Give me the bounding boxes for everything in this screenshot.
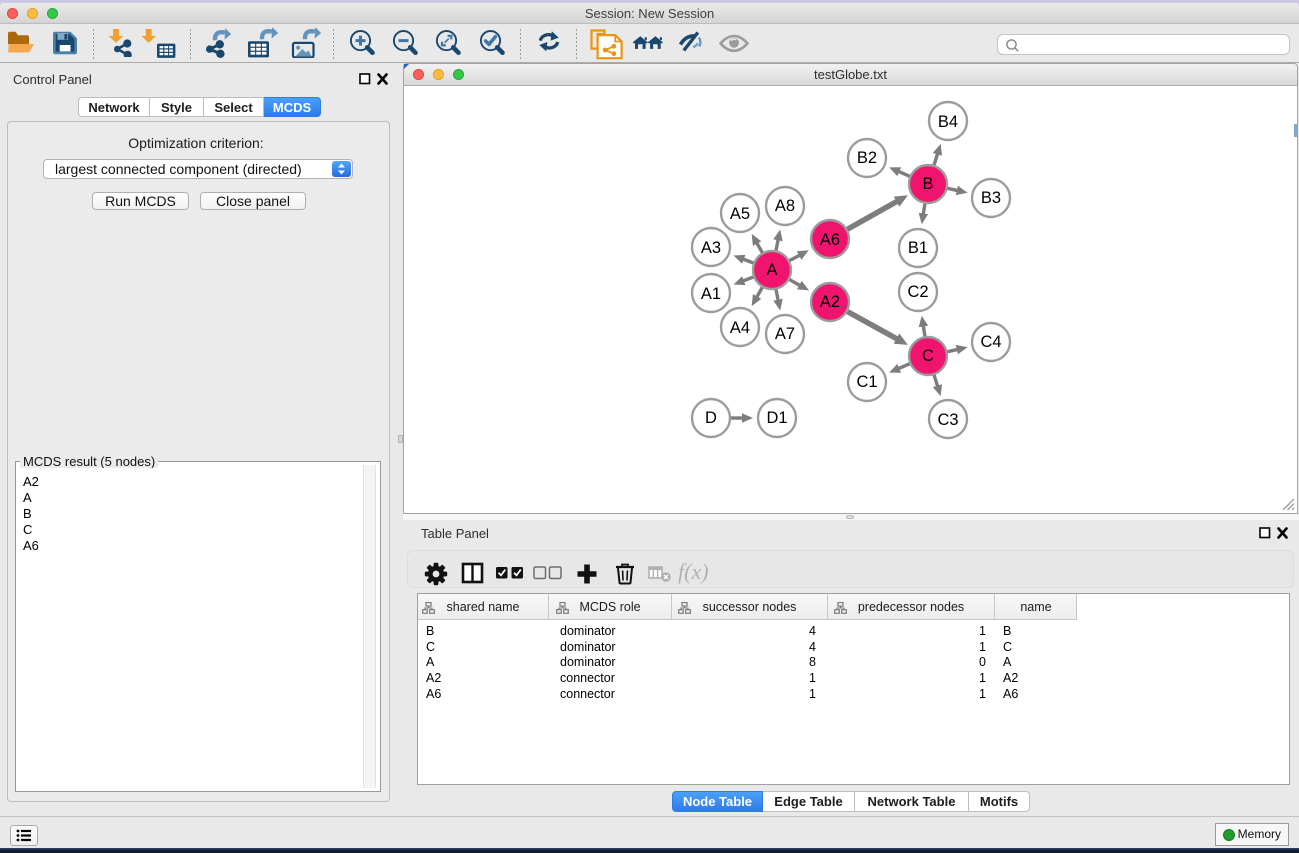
svg-text:A6: A6: [820, 231, 840, 249]
svg-text:A4: A4: [730, 319, 750, 337]
svg-text:A5: A5: [730, 205, 750, 223]
svg-text:C1: C1: [856, 373, 877, 391]
svg-text:B: B: [922, 175, 933, 193]
svg-text:A7: A7: [775, 325, 795, 343]
svg-text:B1: B1: [908, 239, 928, 257]
svg-text:A1: A1: [701, 285, 721, 303]
svg-text:A8: A8: [775, 197, 795, 215]
svg-text:C: C: [922, 347, 934, 365]
svg-text:C2: C2: [907, 283, 928, 301]
svg-text:B3: B3: [981, 189, 1001, 207]
svg-text:D: D: [705, 409, 717, 427]
svg-text:C3: C3: [937, 411, 958, 429]
svg-text:D1: D1: [766, 409, 787, 427]
svg-text:A3: A3: [701, 239, 721, 257]
svg-text:B4: B4: [938, 113, 958, 131]
svg-text:C4: C4: [980, 333, 1001, 351]
svg-text:A2: A2: [820, 293, 840, 311]
svg-text:A: A: [766, 261, 777, 279]
svg-text:B2: B2: [857, 149, 877, 167]
